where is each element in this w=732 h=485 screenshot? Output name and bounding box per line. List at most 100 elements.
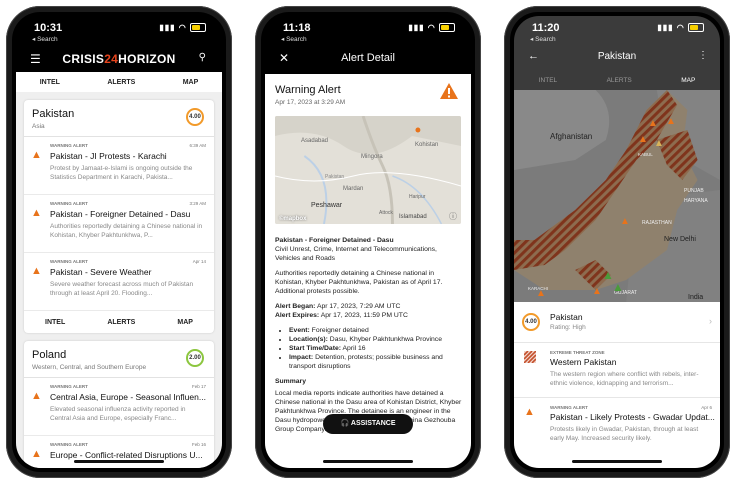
list-item: Location(s): Dasu, Khyber Pakhtunkhwa Pr… [289, 335, 463, 344]
warning-icon: ▲ [31, 390, 42, 402]
tab-alerts[interactable]: ALERTS [607, 77, 632, 84]
zone-label: EXTREME THREAT ZONE [550, 350, 605, 355]
alert-label: WARNING ALERT [50, 384, 88, 389]
alert-time: 3:29 AM [189, 201, 206, 206]
alert-label: WARNING ALERT [50, 259, 88, 264]
phone-frame-1: 10:31 ◂ Search ▮▮▮ ◠ ☰ CRISIS24HORIZON ⚲… [6, 6, 232, 478]
app-logo: CRISIS24HORIZON [62, 52, 176, 66]
list-item: Impact: Detention, protests; possible bu… [289, 353, 463, 371]
alert-item[interactable]: ▲ WARNING ALERT Apr 6 Pakistan - Likely … [514, 398, 720, 452]
map-label: India [688, 294, 704, 301]
warning-icon [440, 83, 458, 99]
alert-time: Feb 16 [191, 442, 206, 447]
alert-marker-icon[interactable]: ▲ [620, 216, 630, 227]
battery-icon [688, 23, 704, 33]
alert-item[interactable]: ▲ WARNING ALERT Feb 17 Central Asia, Eur… [24, 378, 214, 436]
alert-title: Pakistan - Foreigner Detained - Dasu [50, 209, 191, 219]
tab-intel[interactable]: INTEL [539, 77, 557, 84]
alert-marker-icon[interactable]: ▲ [638, 134, 648, 145]
tab-map[interactable]: MAP [183, 79, 199, 86]
alert-desc: Authorities reportedly detaining a Chine… [50, 223, 203, 239]
map-label: Attock [379, 210, 393, 216]
top-tabs: INTEL ALERTS MAP [16, 72, 222, 92]
tab-intel[interactable]: INTEL [40, 79, 60, 86]
map-label: Haripur [409, 194, 426, 200]
warning-icon: ▲ [31, 448, 42, 460]
alert-title: Pakistan - Severe Weather [50, 267, 152, 277]
tab-alerts[interactable]: ALERTS [107, 79, 135, 86]
map-label: New Delhi [664, 236, 696, 243]
screen-country-map: 11:20 ◂ Search ▮▮▮ ◠ ← Pakistan ⋮ INTEL … [514, 16, 720, 468]
map-label: Asadabad [301, 138, 329, 144]
began-label: Alert Began: [275, 303, 316, 310]
country-card-poland[interactable]: Poland Western, Central, and Southern Eu… [24, 341, 214, 468]
battery-icon [439, 23, 455, 33]
chevron-right-icon: › [709, 316, 712, 326]
alert-marker-icon[interactable]: ▲ [612, 280, 624, 294]
country-threat-map[interactable]: Afghanistan New Delhi RAJASTHAN India PU… [514, 90, 720, 302]
back-to-search-link[interactable]: ◂ Search [281, 35, 307, 43]
mapbox-logo: ©mapbox [279, 216, 307, 222]
more-options-icon[interactable]: ⋮ [698, 50, 708, 61]
map-label: RAJASTHAN [642, 220, 672, 226]
zone-title: Western Pakistan [550, 357, 617, 367]
map-info-icon[interactable]: ⓘ [449, 211, 457, 222]
alert-details-list: Event: Foreigner detained Location(s): D… [275, 326, 463, 371]
alert-desc: Severe weather forecast across much of P… [50, 281, 194, 297]
card-tab-map[interactable]: MAP [177, 319, 193, 326]
assistance-button[interactable]: 🎧 ASSISTANCE [323, 414, 413, 434]
home-indicator[interactable] [323, 460, 413, 463]
map-label: Afghanistan [550, 132, 593, 141]
alert-marker-icon[interactable]: ▲ [654, 138, 664, 149]
alert-label: WARNING ALERT [50, 201, 88, 206]
card-tab-alerts[interactable]: ALERTS [107, 319, 135, 326]
alert-item[interactable]: ▲ WARNING ALERT Feb 16 Europe - Conflict… [24, 436, 214, 468]
alert-marker-icon[interactable]: ▲ [648, 118, 658, 129]
map-label: Peshawar [311, 202, 343, 209]
card-tab-intel[interactable]: INTEL [45, 319, 65, 326]
map-label: PUNJAB [684, 188, 704, 194]
status-bar: 11:20 ◂ Search ▮▮▮ ◠ [514, 16, 720, 46]
map-label: Kohistan [415, 142, 439, 148]
country-name: Poland [32, 349, 67, 361]
home-indicator[interactable] [74, 460, 164, 463]
expires-value: Apr 17, 2023, 11:59 PM UTC [320, 312, 408, 319]
country-region: Western, Central, and Southern Europe [32, 364, 147, 371]
country-name: Pakistan [32, 108, 75, 120]
screen-alert-detail: 11:18 ◂ Search ▮▮▮ ◠ ✕ Alert Detail Warn… [265, 16, 471, 468]
alert-time: 6:39 AM [189, 143, 206, 148]
country-rating-row[interactable]: 4.00 Pakistan Rating: High › [514, 302, 720, 343]
back-to-search-link[interactable]: ◂ Search [530, 35, 556, 43]
alert-marker-icon[interactable]: ▲ [592, 286, 602, 297]
back-to-search-link[interactable]: ◂ Search [32, 35, 58, 43]
status-icons: ▮▮▮ ◠ [408, 23, 455, 33]
alert-marker-icon[interactable]: ▲ [536, 288, 546, 299]
alert-date: Apr 17, 2023 at 3:29 AM [275, 99, 346, 106]
alert-item[interactable]: ▲ WARNING ALERT 6:39 AM Pakistan - JI Pr… [24, 137, 214, 195]
zone-desc: The western region where conflict with r… [550, 371, 699, 387]
alert-location-map[interactable]: Asadabad Mingora Kohistan Mardan Peshawa… [275, 116, 461, 224]
alert-marker-icon[interactable]: ▲ [666, 116, 676, 127]
battery-icon [190, 23, 206, 33]
warning-icon: ▲ [31, 265, 42, 277]
home-indicator[interactable] [572, 460, 662, 463]
search-icon[interactable]: ⚲ [199, 52, 206, 63]
tab-map[interactable]: MAP [681, 77, 695, 84]
country-card-pakistan[interactable]: Pakistan Asia 4.00 ▲ WARNING ALERT 6:39 … [24, 100, 214, 333]
status-time: 11:18 [283, 22, 311, 34]
alert-desc: Protests likely in Gwadar, Pakistan, thr… [550, 426, 699, 442]
threat-zone-row[interactable]: EXTREME THREAT ZONE Western Pakistan The… [514, 343, 720, 398]
alert-time: Feb 17 [191, 384, 206, 389]
map-label: KABUL [638, 152, 653, 157]
map-label: HARYANA [684, 198, 708, 204]
alert-categories: Civil Unrest, Crime, Internet and Teleco… [275, 246, 437, 262]
alert-item[interactable]: ▲ WARNING ALERT Apr 14 Pakistan - Severe… [24, 253, 214, 311]
alert-detail-body: Warning Alert Apr 17, 2023 at 3:29 AM As… [265, 74, 471, 468]
risk-rating-badge: 4.00 [186, 108, 204, 126]
country-rating: Rating: High [550, 324, 586, 331]
alert-item[interactable]: ▲ WARNING ALERT 3:29 AM Pakistan - Forei… [24, 195, 214, 253]
page-title: Pakistan [597, 51, 637, 62]
risk-rating-badge: 2.00 [186, 349, 204, 367]
alert-desc: Protest by Jamaat-e-Islami is ongoing ou… [50, 165, 193, 181]
status-time: 10:31 [34, 22, 63, 34]
